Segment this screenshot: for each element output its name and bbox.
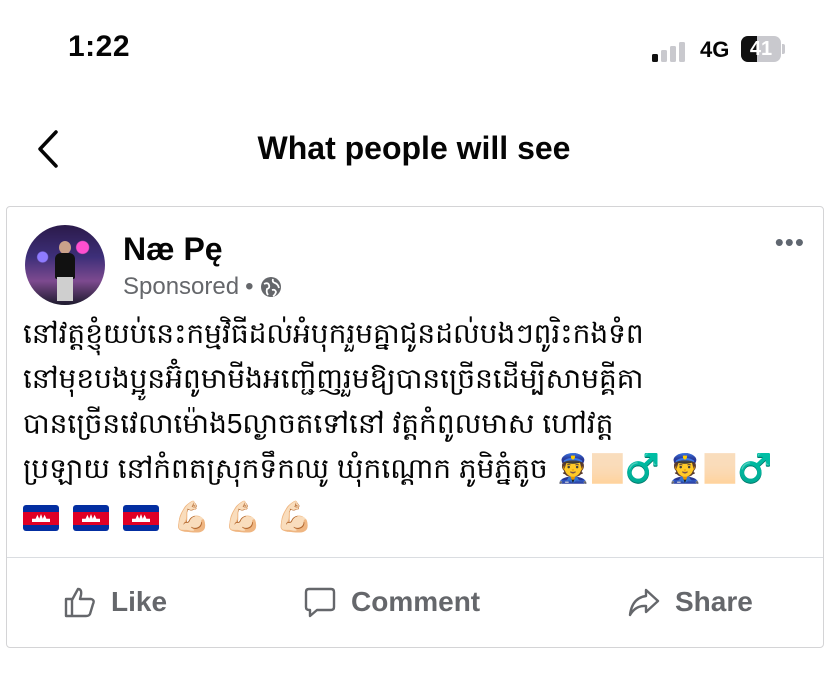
page-title: What people will see (257, 130, 571, 166)
cambodia-flag-icon (73, 505, 109, 531)
post-body: នៅវត្តខ្ញុំយប់នេះកម្មវិធីដល់អំបុករួមគ្នា… (23, 311, 793, 491)
like-button[interactable]: Like (63, 559, 167, 645)
share-button[interactable]: Share (627, 559, 753, 645)
post-meta: Sponsored • (123, 273, 282, 301)
more-options-icon[interactable]: ••• (775, 229, 805, 255)
meta-separator: • (245, 273, 254, 300)
post-preview-card: Næ Pę Sponsored • ••• នៅវត្តខ្ញុំយប់នេះក… (6, 206, 824, 648)
comment-bubble-icon (304, 587, 336, 618)
like-label: Like (111, 586, 168, 617)
cambodia-flag-icon (123, 505, 159, 531)
comment-label: Comment (351, 586, 481, 617)
comment-button[interactable]: Comment (303, 559, 480, 645)
cellular-signal-icon (652, 38, 692, 62)
post-author-name[interactable]: Næ Pę (123, 231, 223, 268)
emoji-row: 💪🏻 💪🏻 💪🏻 (23, 503, 313, 533)
post-text: នៅវត្តខ្ញុំយប់នេះកម្មវិធីដល់អំបុករួមគ្នា… (23, 318, 644, 484)
cambodia-flag-icon (23, 505, 59, 531)
avatar[interactable] (25, 225, 105, 305)
police-officer-emoji: 👮🏻‍♂️ (667, 453, 773, 484)
flexed-biceps-emoji: 💪🏻 (224, 501, 262, 534)
battery-icon: 41 (741, 36, 785, 62)
police-officer-emoji: 👮🏻‍♂️ (555, 453, 661, 484)
status-time: 1:22 (68, 30, 131, 63)
flexed-biceps-emoji: 💪🏻 (275, 501, 314, 534)
sponsored-label: Sponsored (123, 273, 240, 300)
share-label: Share (675, 586, 753, 617)
flexed-biceps-emoji: 💪🏻 (173, 501, 211, 534)
share-arrow-icon (628, 588, 660, 617)
globe-icon (260, 277, 281, 297)
divider (7, 557, 823, 558)
thumbs-up-icon (64, 587, 95, 618)
network-type: 4G (700, 37, 730, 62)
battery-percent: 41 (749, 38, 773, 60)
post-action-bar: Like Comment Share (7, 559, 823, 645)
